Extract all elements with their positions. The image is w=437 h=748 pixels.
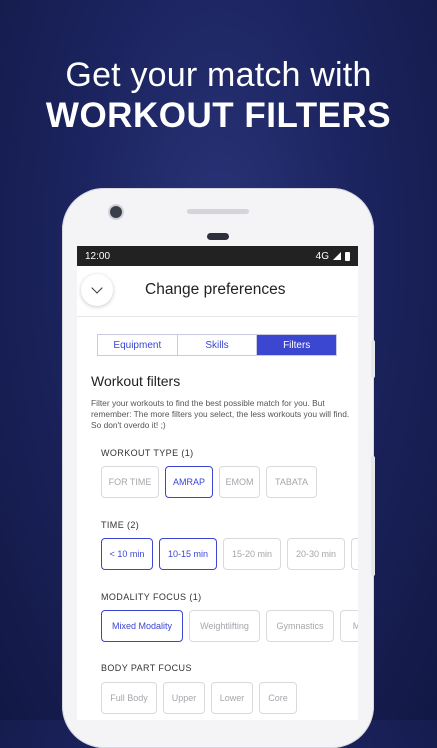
group-label-body-part: BODY PART FOCUS xyxy=(101,663,192,673)
phone-volume-button xyxy=(371,456,375,576)
tab-filters[interactable]: Filters xyxy=(257,335,337,355)
status-time: 12:00 xyxy=(85,250,111,262)
filter-chip-emom[interactable]: EMOM xyxy=(219,466,260,498)
group-label-time: TIME (2) xyxy=(101,520,140,530)
tab-skills[interactable]: Skills xyxy=(178,335,258,355)
page-title: Change preferences xyxy=(145,281,286,298)
modality-options: Mixed Modality Weightlifting Gymnastics … xyxy=(101,610,358,642)
filter-chip-core[interactable]: Core xyxy=(259,682,297,714)
filter-chip-weightlifting[interactable]: Weightlifting xyxy=(189,610,260,642)
tab-equipment[interactable]: Equipment xyxy=(98,335,178,355)
filters-description: Filter your workouts to find the best po… xyxy=(91,398,350,430)
camera-icon xyxy=(110,206,122,218)
app-header: Change preferences xyxy=(77,266,358,317)
battery-icon xyxy=(345,251,350,261)
filter-chip-for-time[interactable]: FOR TIME xyxy=(101,466,159,498)
filter-chip-gymnastics[interactable]: Gymnastics xyxy=(266,610,334,642)
phone-side-button xyxy=(371,340,375,378)
speaker-grille xyxy=(187,209,249,214)
filter-chip-tabata[interactable]: TABATA xyxy=(266,466,317,498)
filter-chip-lower[interactable]: Lower xyxy=(211,682,253,714)
group-label-modality: MODALITY FOCUS (1) xyxy=(101,592,202,602)
filter-chip-amrap[interactable]: AMRAP xyxy=(165,466,213,498)
time-options: < 10 min 10-15 min 15-20 min 20-30 min xyxy=(101,538,358,570)
filter-chip-10-15[interactable]: 10-15 min xyxy=(159,538,217,570)
promo-headline: Get your match with xyxy=(65,56,372,94)
chevron-down-icon xyxy=(91,282,103,294)
filter-chip-mono[interactable]: Mo xyxy=(340,610,358,642)
filter-chip-20-30[interactable]: 20-30 min xyxy=(287,538,345,570)
status-bar: 12:00 4G xyxy=(77,246,358,266)
filter-chip-15-20[interactable]: 15-20 min xyxy=(223,538,281,570)
filter-chip-more-time[interactable] xyxy=(351,538,358,570)
promo-subheadline: WORKOUT FILTERS xyxy=(45,96,392,135)
earpiece xyxy=(207,233,229,240)
app-screen: 12:00 4G Change preferences Equipment Sk… xyxy=(77,246,358,720)
tab-bar: Equipment Skills Filters xyxy=(97,334,337,356)
filter-chip-full-body[interactable]: Full Body xyxy=(101,682,157,714)
signal-icon xyxy=(333,252,341,260)
collapse-button[interactable] xyxy=(81,274,113,306)
filter-chip-under-10[interactable]: < 10 min xyxy=(101,538,153,570)
filter-chip-upper[interactable]: Upper xyxy=(163,682,205,714)
section-title: Workout filters xyxy=(91,373,181,389)
workout-type-options: FOR TIME AMRAP EMOM TABATA xyxy=(101,466,317,498)
group-label-workout-type: WORKOUT TYPE (1) xyxy=(101,448,194,458)
body-part-options: Full Body Upper Lower Core xyxy=(101,682,297,714)
filter-chip-mixed-modality[interactable]: Mixed Modality xyxy=(101,610,183,642)
network-label: 4G xyxy=(315,250,329,262)
